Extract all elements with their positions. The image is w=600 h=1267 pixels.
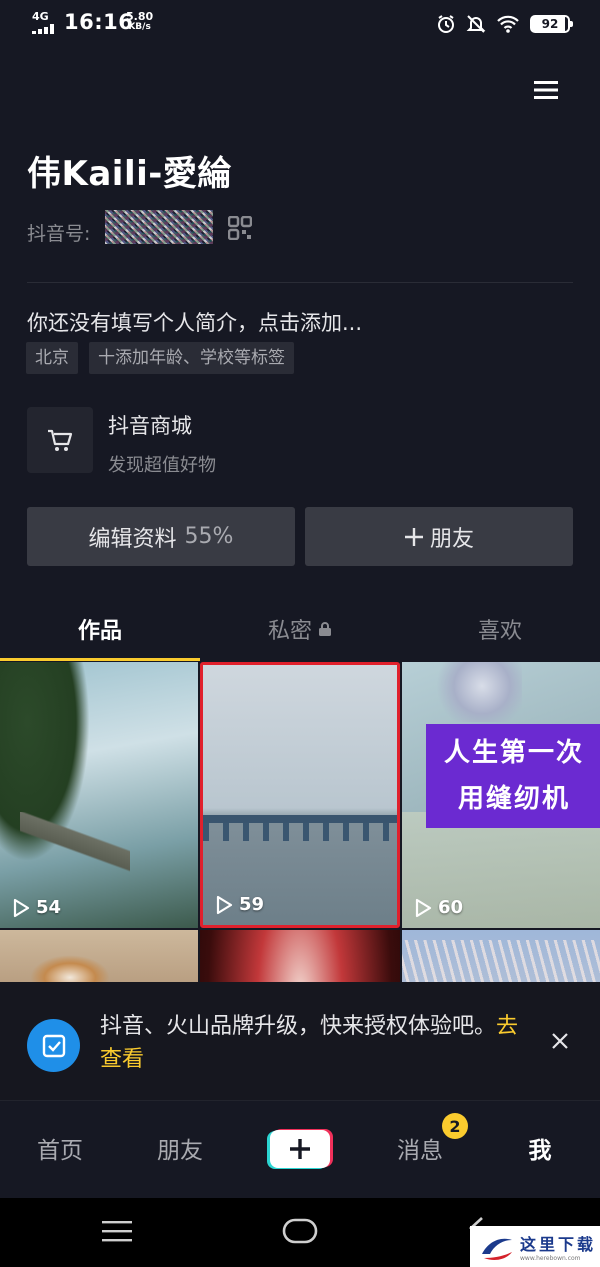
bottom-nav: 首页 朋友 消息 2 我: [0, 1100, 600, 1198]
banner-message: 抖音、火山品牌升级，快来授权体验吧。去查看: [100, 1010, 520, 1076]
douyin-id-obscured: [105, 210, 213, 244]
authorize-icon: [27, 1019, 80, 1072]
status-bar: 4G 16:16 5.80 KB/s 92: [0, 0, 600, 48]
battery-icon: 92: [530, 15, 573, 33]
lock-icon: [319, 622, 331, 636]
shop-entry[interactable]: [27, 407, 93, 473]
bell-off-icon: [466, 15, 486, 33]
view-count: 59: [239, 894, 265, 915]
profile-completion: 55%: [184, 524, 234, 549]
video-thumbnail-selected[interactable]: 59: [200, 662, 400, 928]
nav-me[interactable]: 我: [480, 1131, 600, 1165]
home-icon[interactable]: [282, 1218, 318, 1244]
alarm-icon: [438, 15, 454, 33]
video-thumbnail[interactable]: 人生第一次 用缝纫机 60: [402, 662, 600, 928]
shop-title[interactable]: 抖音商城: [108, 410, 192, 440]
view-count: 54: [36, 897, 62, 918]
watermark-text: 这里下载: [520, 1235, 597, 1254]
nav-friends[interactable]: 朋友: [120, 1131, 240, 1165]
view-count: 60: [438, 897, 464, 918]
tab-works[interactable]: 作品: [0, 600, 200, 658]
video-thumbnail[interactable]: 54: [0, 662, 198, 928]
nav-home[interactable]: 首页: [0, 1131, 120, 1165]
play-icon: [13, 898, 30, 917]
network-speed: 5.80 KB/s: [126, 10, 154, 32]
watermark-url: www.herebown.com: [520, 1255, 581, 1262]
clock: 16:16: [64, 10, 134, 34]
active-tab-indicator: [0, 658, 200, 661]
close-icon[interactable]: [550, 1031, 570, 1051]
wifi-icon: [497, 15, 519, 33]
play-icon: [216, 895, 233, 914]
video-overlay-title: 人生第一次 用缝纫机: [426, 724, 600, 828]
location-tag[interactable]: 北京: [26, 342, 78, 374]
plus-icon: [404, 527, 423, 546]
shop-subtitle: 发现超值好物: [108, 455, 216, 476]
recent-apps-icon[interactable]: [102, 1220, 132, 1242]
qr-code-icon[interactable]: [228, 216, 252, 240]
menu-icon[interactable]: [532, 76, 560, 104]
watermark-logo: [482, 1238, 512, 1260]
play-icon: [415, 898, 432, 917]
shopping-cart-icon: [48, 429, 73, 451]
site-watermark: 这里下载 www.herebown.com: [470, 1226, 600, 1267]
add-friend-button[interactable]: 朋友: [305, 507, 573, 566]
signal-icon: [32, 24, 58, 34]
divider: [27, 282, 573, 283]
content-tabs: 作品 私密 喜欢: [0, 600, 600, 662]
edit-profile-label: 编辑资料: [88, 526, 177, 552]
network-type: 4G: [32, 10, 49, 23]
douyin-id-label: 抖音号:: [27, 223, 91, 245]
profile-name: 伟Kaili-愛綸: [27, 154, 232, 194]
create-video-button[interactable]: [267, 1128, 333, 1170]
banner-text: 抖音、火山品牌升级，快来授权体验吧。: [100, 1014, 497, 1039]
add-friend-label: 朋友: [429, 526, 474, 552]
add-tags-button[interactable]: 十添加年龄、学校等标签: [89, 342, 294, 374]
edit-profile-button[interactable]: 编辑资料 55%: [27, 507, 295, 566]
tab-likes[interactable]: 喜欢: [400, 600, 600, 658]
messages-badge: 2: [442, 1113, 468, 1139]
tab-private[interactable]: 私密: [200, 600, 400, 658]
bio-placeholder[interactable]: 你还没有填写个人简介，点击添加...: [27, 307, 362, 337]
